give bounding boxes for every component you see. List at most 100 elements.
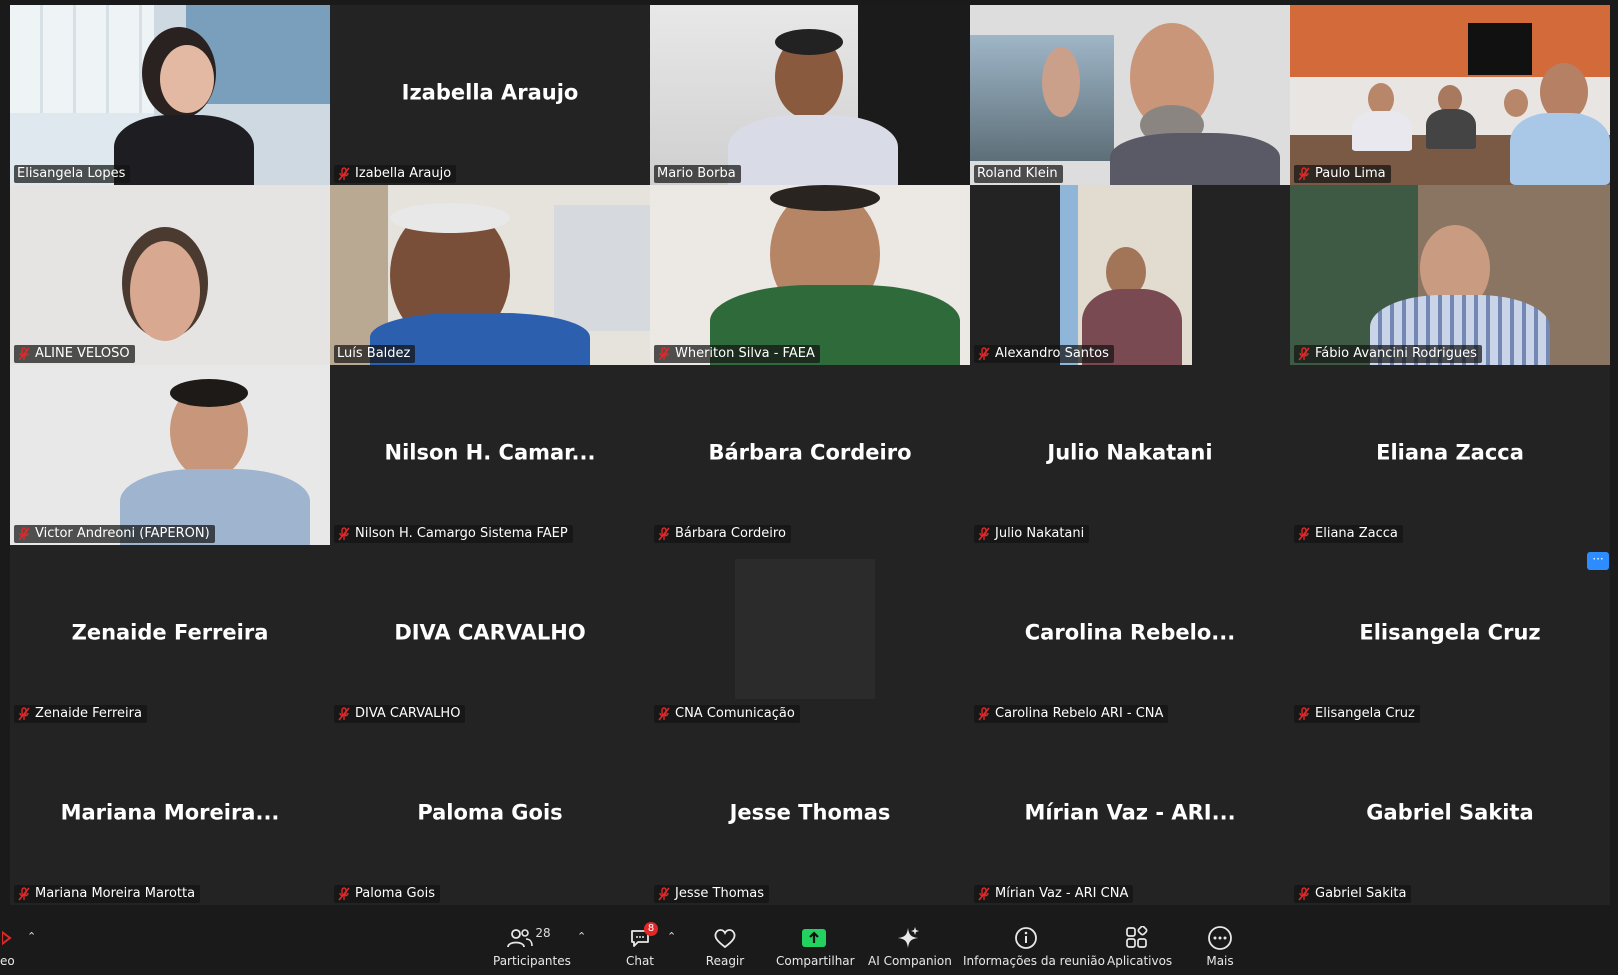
participant-display-name: Gabriel Sakita — [1366, 800, 1534, 825]
participant-tile[interactable]: Mírian Vaz - ARI... Mírian Vaz - ARI CNA — [970, 725, 1290, 905]
participant-name-label: Eliana Zacca — [1294, 525, 1403, 543]
react-label: Reagir — [705, 954, 745, 968]
chat-button[interactable]: 8 Chat — [620, 922, 660, 968]
participant-name-label: Mario Borba — [654, 165, 741, 183]
participant-video — [10, 365, 330, 545]
muted-mic-icon — [977, 887, 991, 901]
participants-caret[interactable]: ⌃ — [577, 930, 586, 943]
meeting-info-button[interactable]: Informações da reunião — [963, 924, 1105, 968]
participant-name-label: ALINE VELOSO — [14, 345, 135, 363]
muted-mic-icon — [1297, 167, 1311, 181]
participant-name-label: Luís Baldez — [334, 345, 416, 363]
participant-tile[interactable]: Bárbara Cordeiro Bárbara Cordeiro — [650, 365, 970, 545]
participant-name-label: Mírian Vaz - ARI CNA — [974, 885, 1134, 903]
participant-name: Mariana Moreira Marotta — [35, 886, 196, 901]
participant-video — [650, 185, 970, 365]
participant-name: Jesse Thomas — [675, 886, 765, 901]
participant-name-label: Zenaide Ferreira — [14, 705, 147, 723]
muted-mic-icon — [17, 707, 31, 721]
participant-video — [970, 185, 1290, 365]
participant-name: Izabella Araujo — [355, 166, 452, 181]
participant-name: Elisangela Cruz — [1315, 706, 1415, 721]
participant-tile[interactable]: Wheriton Silva - FAEA — [650, 185, 970, 365]
meeting-toolbar: eo ⌃ 28 Participantes ⌃ 8 Chat ⌃ Reagir … — [0, 918, 1618, 975]
participant-name-label: Carolina Rebelo ARI - CNA — [974, 705, 1169, 723]
video-grid: Elisangela Lopes Izabella Araujo Izabella … — [10, 5, 1610, 905]
participant-name-label: Alexandro Santos — [974, 345, 1114, 363]
participant-tile[interactable]: Julio Nakatani Julio Nakatani — [970, 365, 1290, 545]
participant-name: Julio Nakatani — [995, 526, 1085, 541]
participant-tile[interactable]: Roland Klein — [970, 5, 1290, 185]
muted-mic-icon — [657, 707, 671, 721]
participant-tile[interactable]: Gabriel Sakita Gabriel Sakita — [1290, 725, 1610, 905]
stop-video-button[interactable]: eo — [0, 924, 15, 968]
participant-tile[interactable]: Mariana Moreira... Mariana Moreira Marott… — [10, 725, 330, 905]
participant-tile[interactable]: Alexandro Santos — [970, 185, 1290, 365]
ai-companion-button[interactable]: AI Companion — [868, 924, 952, 968]
muted-mic-icon — [977, 707, 991, 721]
apps-label: Aplicativos — [1107, 954, 1173, 968]
participant-video — [1290, 5, 1610, 185]
participant-display-name: Mírian Vaz - ARI... — [1024, 800, 1236, 825]
participant-tile[interactable]: Mario Borba — [650, 5, 970, 185]
participant-tile[interactable]: Elisangela Cruz Elisangela Cruz — [1290, 545, 1610, 725]
participant-name-label: CNA Comunicação — [654, 705, 800, 723]
muted-mic-icon — [17, 887, 31, 901]
participant-tile[interactable]: Paloma Gois Paloma Gois — [330, 725, 650, 905]
participant-name-label: Mariana Moreira Marotta — [14, 885, 201, 903]
muted-mic-icon — [17, 347, 31, 361]
participant-video — [330, 185, 650, 365]
participant-name-label: Elisangela Cruz — [1294, 705, 1420, 723]
participant-name-label: Wheriton Silva - FAEA — [654, 345, 820, 363]
muted-mic-icon — [977, 347, 991, 361]
video-options-caret[interactable]: ⌃ — [27, 930, 36, 943]
react-button[interactable]: Reagir — [703, 924, 747, 968]
participant-tile[interactable]: Fábio Avancini Rodrigues — [1290, 185, 1610, 365]
participant-name: CNA Comunicação — [675, 706, 795, 721]
more-button[interactable]: Mais — [1200, 924, 1240, 968]
participant-name: Wheriton Silva - FAEA — [675, 346, 815, 361]
participant-tile[interactable]: Luís Baldez — [330, 185, 650, 365]
video-label: eo — [0, 954, 15, 968]
participant-tile[interactable]: Jesse Thomas Jesse Thomas — [650, 725, 970, 905]
participant-tile[interactable]: Elisangela Lopes — [10, 5, 330, 185]
share-button[interactable]: Compartilhar — [776, 924, 855, 968]
participant-tile[interactable]: Victor Andreoni (FAPERON) — [10, 365, 330, 545]
participant-display-name: Bárbara Cordeiro — [708, 440, 912, 465]
video-off-icon — [0, 924, 14, 952]
participant-name: Gabriel Sakita — [1315, 886, 1407, 901]
participant-tile[interactable]: Eliana Zacca Eliana Zacca — [1290, 365, 1610, 545]
chat-caret[interactable]: ⌃ — [667, 930, 676, 943]
participant-name: Luís Baldez — [337, 346, 411, 361]
participant-display-name: Elisangela Cruz — [1359, 620, 1541, 645]
participant-video — [970, 5, 1290, 185]
participant-name-label: Jesse Thomas — [654, 885, 770, 903]
participant-tile[interactable]: DIVA CARVALHO DIVA CARVALHO — [330, 545, 650, 725]
participant-name: Eliana Zacca — [1315, 526, 1398, 541]
participant-tile[interactable]: Zenaide Ferreira Zenaide Ferreira — [10, 545, 330, 725]
participant-tile[interactable]: Izabella Araujo Izabella Araujo — [330, 5, 650, 185]
participant-name-label: Bárbara Cordeiro — [654, 525, 791, 543]
more-options-button[interactable]: ··· — [1587, 552, 1609, 570]
participant-name: Victor Andreoni (FAPERON) — [35, 526, 210, 541]
participant-name: Bárbara Cordeiro — [675, 526, 786, 541]
apps-button[interactable]: Aplicativos — [1107, 924, 1173, 968]
participant-tile[interactable]: Carolina Rebelo... Carolina Rebelo ARI - … — [970, 545, 1290, 725]
participant-name-label: Izabella Araujo — [334, 165, 457, 183]
participant-display-name: DIVA CARVALHO — [394, 620, 586, 645]
participants-count: 28 — [535, 926, 551, 940]
muted-mic-icon — [337, 527, 351, 541]
participant-name: Mario Borba — [657, 166, 736, 181]
participant-tile[interactable]: Paulo Lima — [1290, 5, 1610, 185]
participant-name-label: Julio Nakatani — [974, 525, 1090, 543]
participant-display-name: Julio Nakatani — [1047, 440, 1213, 465]
participant-name-label: Roland Klein — [974, 165, 1063, 183]
participant-tile[interactable]: ALINE VELOSO — [10, 185, 330, 365]
participant-name-label: Nilson H. Camargo Sistema FAEP — [334, 525, 573, 543]
participants-button[interactable]: 28 Participantes — [493, 924, 571, 968]
participant-name: Paulo Lima — [1315, 166, 1386, 181]
participant-tile[interactable]: Nilson H. Camar... Nilson H. Camargo Sist… — [330, 365, 650, 545]
participants-label: Participantes — [493, 954, 571, 968]
participant-tile[interactable]: CNA Comunicação — [650, 545, 970, 725]
participant-name: Alexandro Santos — [995, 346, 1109, 361]
